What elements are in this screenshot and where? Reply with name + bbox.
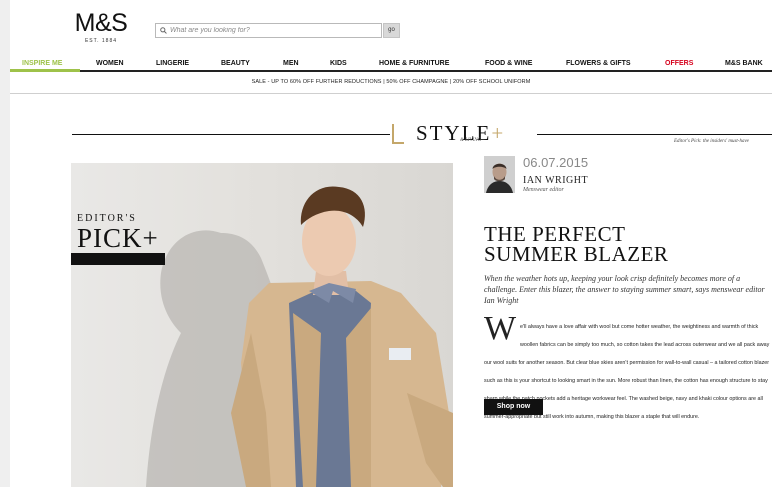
nav-item-home-furniture[interactable]: HOME & FURNITURE (379, 60, 449, 67)
author-role: Menswear editor (523, 187, 564, 193)
nav-item-beauty[interactable]: BEAUTY (221, 60, 250, 67)
author-name[interactable]: IAN WRIGHT (523, 175, 588, 186)
article-headline: THE PERFECT SUMMER BLAZER (484, 222, 772, 266)
nav-item-ms-bank[interactable]: M&S BANK (725, 60, 763, 67)
ms-logo[interactable]: M&S EST. 1884 (70, 9, 132, 44)
logo-established: EST. 1884 (84, 38, 118, 44)
section-rule-right (537, 134, 772, 135)
section-subtitle: & LIVING (460, 138, 482, 143)
search-icon (160, 27, 167, 34)
nav-item-food-wine[interactable]: FOOD & WINE (485, 60, 532, 67)
hero-image: EDITOR'S PICK+ (71, 163, 453, 487)
nav-item-inspire-me[interactable]: INSPIRE ME (22, 60, 62, 67)
nav-item-flowers-gifts[interactable]: FLOWERS & GIFTS (566, 60, 631, 67)
author-avatar (484, 156, 515, 193)
search-input[interactable] (170, 27, 370, 34)
nav-item-women[interactable]: WOMEN (96, 60, 124, 67)
headline-line-2: SUMMER BLAZER (484, 242, 669, 266)
promo-banner[interactable]: SALE - UP TO 60% OFF FURTHER REDUCTIONS … (10, 79, 772, 85)
nav-item-men[interactable]: MEN (283, 60, 299, 67)
active-nav-underline (10, 69, 80, 72)
main-nav: INSPIRE ME WOMEN LINGERIE BEAUTY MEN KID… (10, 58, 772, 72)
nav-item-lingerie[interactable]: LINGERIE (156, 60, 189, 67)
logo-text: M&S (74, 9, 128, 37)
nav-item-kids[interactable]: KIDS (330, 60, 347, 67)
page: M&S EST. 1884 go INSPIRE ME WOMEN LINGER… (10, 0, 772, 487)
nav-item-offers[interactable]: OFFERS (665, 60, 693, 67)
model-photo (146, 186, 453, 487)
divider (10, 93, 772, 94)
article-standfirst: When the weather hots up, keeping your l… (484, 274, 765, 305)
shop-now-button[interactable]: Shop now (484, 399, 543, 415)
pick-label: PICK+ (77, 223, 159, 253)
article-date: 06.07.2015 (523, 155, 589, 170)
search-box[interactable] (155, 23, 382, 38)
headline-line-1: THE PERFECT (484, 222, 626, 246)
pick-bar (71, 253, 165, 265)
style-bracket-icon (392, 124, 404, 144)
drop-cap: W (484, 310, 517, 347)
section-plus: + (491, 121, 506, 145)
breadcrumb[interactable]: Editor's Pick: the insiders' must-have (674, 139, 749, 144)
go-button[interactable]: go (383, 23, 400, 38)
section-rule-left (72, 134, 390, 135)
